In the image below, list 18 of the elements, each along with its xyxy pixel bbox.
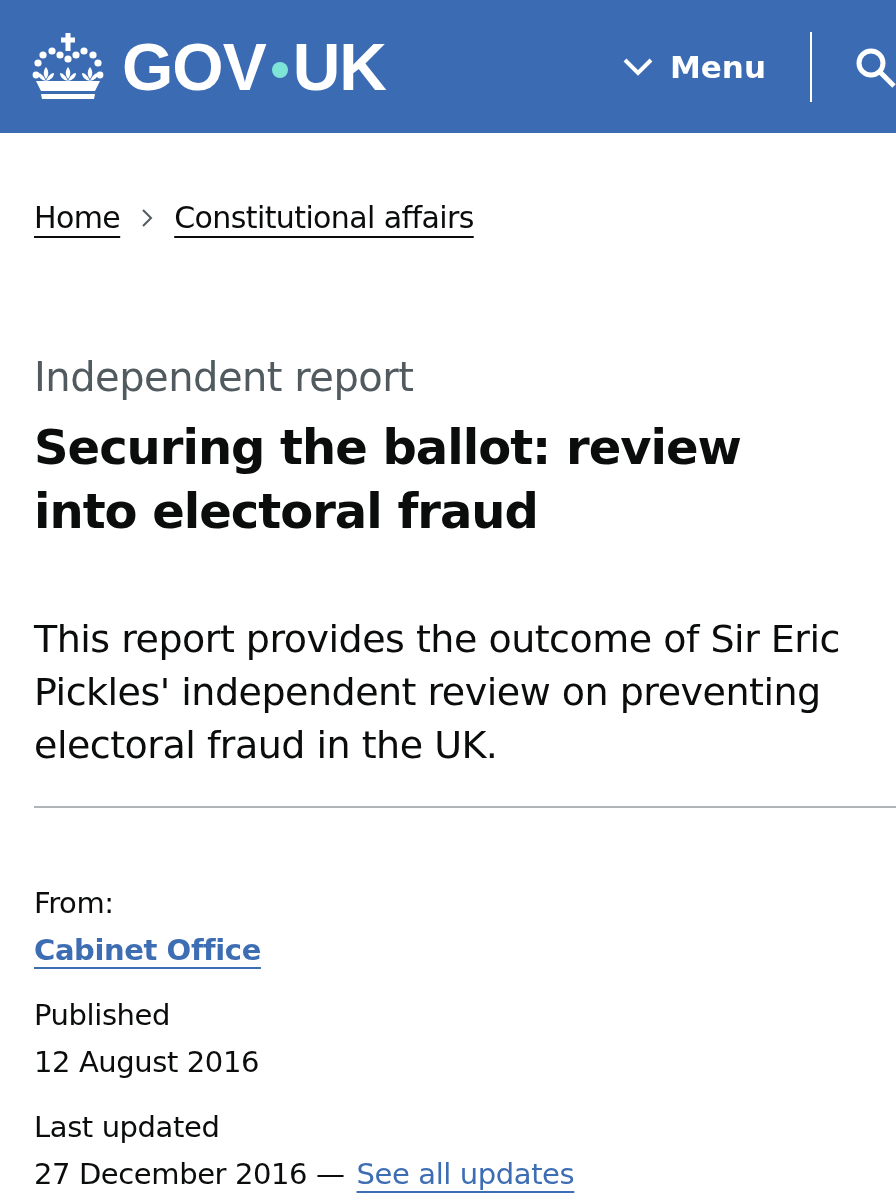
breadcrumb-link[interactable]: Home <box>34 196 121 240</box>
chevron-down-icon <box>622 56 654 77</box>
dot-icon <box>271 61 288 78</box>
organisation-link[interactable]: Cabinet Office <box>34 926 261 974</box>
published-date: 12 August 2016 <box>34 1044 260 1081</box>
chevron-right-icon <box>141 208 154 228</box>
govuk-logo[interactable]: GOV UK <box>122 33 387 100</box>
summary-text: This report provides the outcome of Sir Eric Pickles' independent review on preventing electoral fraud in the UK. <box>34 616 841 769</box>
breadcrumb-link[interactable]: Constitutional affairs <box>174 196 474 240</box>
published-label: Published <box>34 997 172 1034</box>
menu-button[interactable]: Menu <box>622 48 766 85</box>
crown-icon <box>32 32 104 101</box>
updates-link[interactable]: See all updates <box>356 1150 575 1198</box>
page-title: Securing the ballot: review into electoral fraud <box>34 418 742 541</box>
updated-label: Last updated <box>34 1109 221 1146</box>
from-label: From: <box>34 885 115 922</box>
document-type: Independent report <box>34 353 415 401</box>
updated-date: 27 December 2016 — <box>34 1156 345 1193</box>
